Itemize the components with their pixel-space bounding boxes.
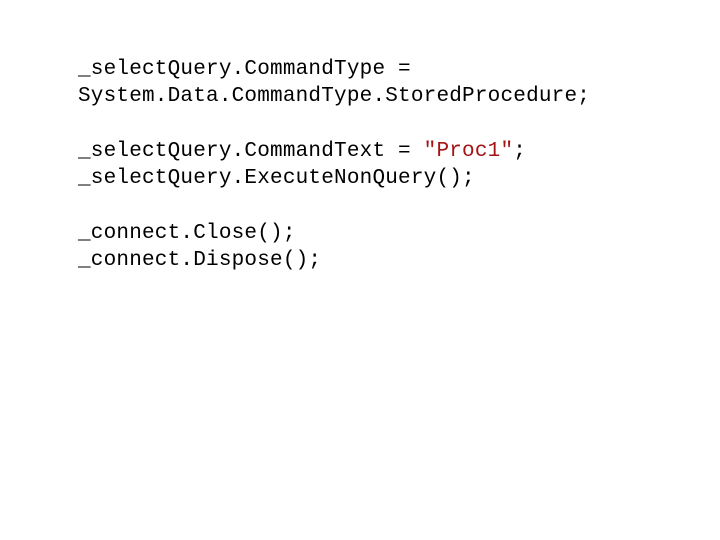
code-line: _connect.Close(); [78, 220, 720, 247]
code-line: _selectQuery.CommandType = [78, 56, 720, 83]
code-block: _selectQuery.CommandType = System.Data.C… [78, 56, 720, 274]
code-line: _selectQuery.ExecuteNonQuery(); [78, 165, 720, 192]
code-text: ; [513, 140, 526, 163]
string-literal: "Proc1" [424, 140, 514, 163]
code-line: _selectQuery.CommandText = "Proc1"; [78, 138, 720, 165]
code-line: System.Data.CommandType.StoredProcedure; [78, 83, 720, 110]
code-line: _connect.Dispose(); [78, 247, 720, 274]
code-text: _selectQuery.CommandText = [78, 140, 424, 163]
code-line [78, 192, 720, 219]
code-line [78, 111, 720, 138]
